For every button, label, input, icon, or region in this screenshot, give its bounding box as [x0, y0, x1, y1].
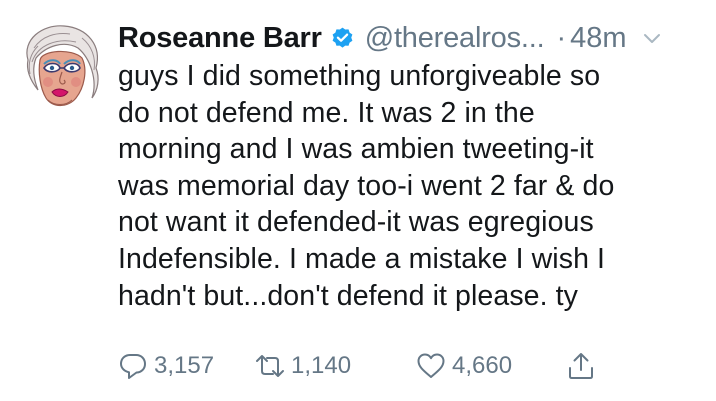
- reply-button[interactable]: 3,157: [118, 348, 214, 384]
- tweet-text: guys I did something unforgiveable so do…: [118, 58, 703, 314]
- like-count: 4,660: [452, 352, 513, 379]
- like-button[interactable]: 4,660: [416, 348, 512, 384]
- share-icon: [566, 351, 596, 381]
- author-handle[interactable]: @therealros...: [365, 22, 545, 55]
- header-separator: ·: [556, 21, 567, 54]
- tweet-text-line: morning and I was ambien tweeting-it: [118, 133, 594, 166]
- avatar[interactable]: [12, 18, 108, 114]
- tweet-actions: 3,157 1,140 4,660: [118, 348, 708, 384]
- tweet-text-line: Indefensible. I made a mistake I wish I: [118, 242, 606, 275]
- retweet-button[interactable]: 1,140: [255, 348, 351, 384]
- author-name[interactable]: Roseanne Barr: [118, 22, 322, 55]
- tweet-text-line: not want it defended-it was egregious: [118, 206, 594, 239]
- avatar-drawing-icon: [12, 18, 108, 114]
- heart-icon: [416, 351, 446, 381]
- reply-count: 3,157: [154, 352, 215, 379]
- retweet-icon: [255, 351, 285, 381]
- tweet-timestamp[interactable]: 48m: [570, 22, 626, 55]
- tweet-text-line: guys I did something unforgiveable so: [118, 60, 601, 92]
- share-button[interactable]: [566, 348, 596, 384]
- retweet-count: 1,140: [291, 352, 352, 379]
- tweet-text-line: hadn't but...don't defend it please. ty: [118, 279, 579, 312]
- tweet-header: Roseanne Barr @therealros... · 48m: [118, 18, 663, 58]
- verified-badge-icon: [330, 26, 355, 51]
- tweet-text-line: was memorial day too-i went 2 far & do: [118, 169, 615, 202]
- chevron-down-icon[interactable]: [641, 27, 663, 49]
- tweet-text-line: do not defend me. It was 2 in the: [118, 96, 535, 129]
- tweet: Roseanne Barr @therealros... · 48m guys …: [0, 0, 716, 401]
- reply-icon: [118, 351, 148, 381]
